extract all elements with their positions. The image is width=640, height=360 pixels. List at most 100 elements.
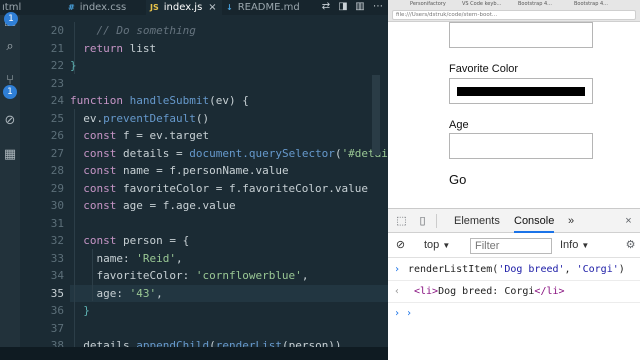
activity-bar: ❐ 1 ⌕ ⑂ 1 ⊘ ▦ (0, 12, 20, 360)
name-field[interactable] (449, 22, 593, 48)
browser-window: Personifactory VS Code keyb... Bootstrap… (388, 0, 640, 360)
line-number: 34 (50, 269, 64, 282)
inspect-icon[interactable]: ⬚ (395, 215, 408, 228)
line-number: 26 (50, 129, 64, 142)
close-icon[interactable]: × (208, 2, 216, 13)
js-file-icon: JS (150, 3, 159, 12)
log-level-selector[interactable]: Info ▼ (560, 239, 589, 251)
code-line-34: favoriteColor: 'cornflowerblue', (96, 269, 309, 282)
filter-input[interactable]: Filter (470, 238, 552, 254)
editor-tab-bar: ıtml # index.css JS index.js × ↓ README.md ⇄… (0, 0, 388, 15)
chevron-down-icon: ▼ (581, 241, 590, 250)
prompt-icon: › (394, 264, 401, 275)
color-swatch (457, 87, 585, 96)
code-line-27: const details = document.querySelector('… (83, 146, 388, 160)
browser-tab[interactable]: Personifactory (410, 0, 458, 9)
code-line-22: } (70, 59, 77, 72)
extensions-icon[interactable]: ▦ (2, 147, 18, 163)
log-level-value: Info (560, 239, 579, 251)
line-number: 29 (50, 181, 64, 195)
more-actions-icon[interactable]: ⋯ (372, 1, 384, 13)
console-result-line: ‹ <li>Dog breed: Corgi</li> (388, 281, 640, 303)
address-bar[interactable]: file:///Users/dstruk/code/stern-boot... (392, 10, 636, 20)
divider (436, 214, 437, 228)
devtools-tab-bar: ⬚ ▯ Elements Console » × (388, 209, 640, 233)
line-number: 31 (50, 216, 64, 230)
code-line-36: } (83, 304, 90, 317)
line-number: 33 (50, 251, 64, 265)
context-value: top (424, 239, 440, 251)
compare-icon[interactable]: ⇄ (320, 1, 332, 13)
tab-index-css[interactable]: # index.css (68, 0, 138, 15)
close-icon[interactable]: × (622, 215, 635, 228)
age-label: Age (449, 119, 469, 131)
line-number: 24 (50, 94, 64, 107)
prompt-icon: › › (394, 308, 413, 319)
browser-chrome: Personifactory VS Code keyb... Bootstrap… (388, 0, 640, 22)
code-line-35: age: '43', (96, 286, 163, 300)
code-line-29: const favoriteColor = f.favoriteColor.va… (83, 181, 369, 195)
search-icon[interactable]: ⌕ (2, 39, 18, 55)
debug-icon[interactable]: ⊘ (2, 113, 18, 129)
clear-console-icon[interactable]: ⊘ (394, 239, 407, 252)
favorite-color-label: Favorite Color (449, 63, 519, 75)
code-editor: ıtml # index.css JS index.js × ↓ README.md ⇄… (0, 0, 388, 360)
age-field[interactable] (449, 133, 593, 159)
line-number: 23 (50, 76, 64, 90)
console-toolbar: ⊘ top ▼ Filter Info ▼ ⚙ (388, 234, 640, 258)
line-number: 37 (50, 321, 64, 335)
result-arrow-icon: ‹ (394, 286, 401, 297)
tab-label: index.js (163, 2, 203, 13)
devtools-panel: ⬚ ▯ Elements Console » × ⊘ top ▼ Filter … (388, 208, 640, 360)
line-number: 30 (50, 199, 64, 212)
code-line-32: const person = { (83, 234, 190, 247)
tab-readme[interactable]: ↓ README.md (226, 0, 312, 15)
line-number: 20 (50, 24, 64, 37)
tab-index-js[interactable]: JS index.js × (146, 0, 222, 15)
line-number-gutter: 20 21 22 23 24 25 26 27 28 29 30 31 32 3… (20, 15, 70, 352)
favorite-color-input[interactable] (449, 78, 593, 104)
more-tabs-button[interactable]: » (568, 209, 574, 233)
code-line-38: details.appendChild(renderList(person)) (83, 339, 342, 347)
page-viewport: Favorite Color Age Go (388, 22, 640, 208)
settings-gear-icon[interactable]: ⚙ (624, 239, 637, 252)
split-editor-icon[interactable]: ▥ (354, 1, 366, 13)
browser-tab[interactable]: VS Code keyb... (462, 0, 514, 9)
browser-tab[interactable]: Bootstrap 4... (518, 0, 570, 9)
line-number: 36 (50, 304, 64, 317)
console-prompt-line[interactable]: › › (388, 303, 640, 325)
code-line-26: const f = ev.target (83, 129, 210, 142)
tab-console[interactable]: Console (514, 209, 555, 233)
status-bar (0, 347, 388, 360)
tab-label: index.css (79, 2, 127, 13)
line-number: 32 (50, 234, 64, 247)
tab-label: README.md (237, 2, 300, 13)
line-number: 21 (50, 41, 64, 55)
preview-icon[interactable]: ◨ (337, 1, 349, 13)
line-number: 27 (50, 146, 64, 160)
code-line-24: function handleSubmit(ev) { (70, 94, 249, 107)
code-area[interactable]: // Do something return list } function h… (70, 15, 388, 347)
chevron-down-icon: ▼ (442, 241, 451, 250)
context-selector[interactable]: top ▼ (424, 239, 450, 251)
line-number: 25 (50, 111, 64, 125)
console-output[interactable]: › renderListItem('Dog breed', 'Corgi') ‹… (388, 259, 640, 360)
code-line-25: ev.preventDefault() (83, 111, 210, 125)
go-button[interactable]: Go (449, 172, 466, 187)
code-line-30: const age = f.age.value (83, 199, 236, 212)
device-toolbar-icon[interactable]: ▯ (416, 215, 429, 228)
current-line-number: 35 (50, 286, 64, 300)
editor-scrollbar[interactable] (372, 75, 380, 155)
tab-elements[interactable]: Elements (454, 209, 500, 233)
console-input-line: › renderListItem('Dog breed', 'Corgi') (388, 259, 640, 281)
line-number: 22 (50, 59, 64, 72)
source-control-badge: 1 (3, 85, 17, 99)
code-line-28: const name = f.personName.value (83, 164, 289, 177)
css-file-icon: # (68, 3, 75, 12)
code-line-33: name: 'Reid', (96, 251, 183, 265)
code-line-20: // Do something (96, 24, 196, 37)
markdown-file-icon: ↓ (226, 3, 233, 12)
code-line-21: return list (83, 41, 157, 55)
files-badge: 1 (4, 12, 18, 26)
browser-tab[interactable]: Bootstrap 4... (574, 0, 626, 9)
